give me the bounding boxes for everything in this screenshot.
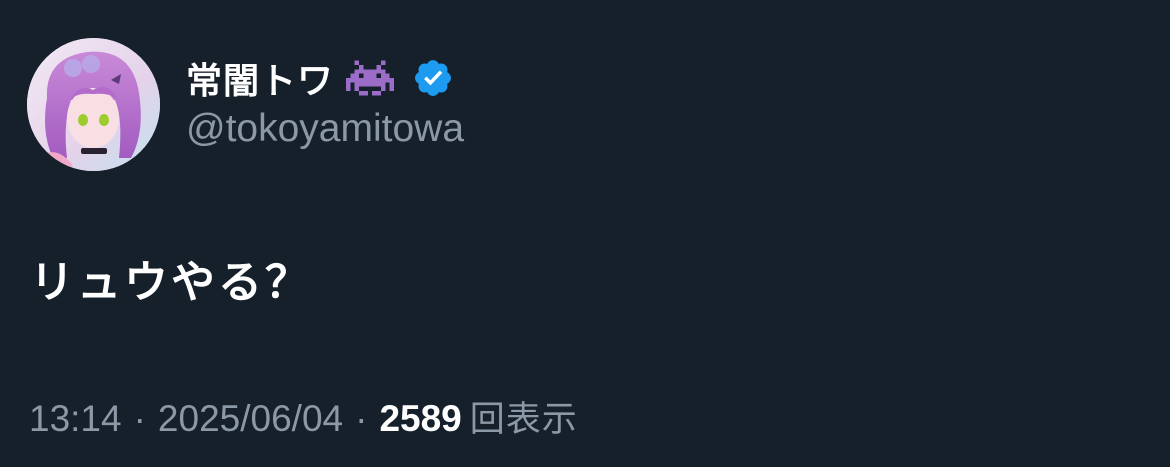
views-count[interactable]: 2589 [379,398,461,440]
meta-separator: · [355,398,368,439]
views-label: 回表示 [469,400,578,440]
tweet-text: リュウやる？ [30,257,312,308]
avatar[interactable] [27,38,160,171]
meta-separator: · [133,398,146,439]
author-display-name[interactable]: 常闇トワ [186,52,334,104]
author-handle[interactable]: @tokoyamitowa [186,107,464,151]
tweet-date[interactable]: 2025/06/04 [158,398,343,440]
space-invader-alien-icon [346,60,395,96]
verified-badge-icon[interactable] [412,57,454,99]
author-name-row: 常闇トワ [186,52,454,104]
tweet-time[interactable]: 13:14 [29,398,122,440]
tweet-meta: 13:14 · 2025/06/04 · 2589 回表示 [29,391,578,442]
